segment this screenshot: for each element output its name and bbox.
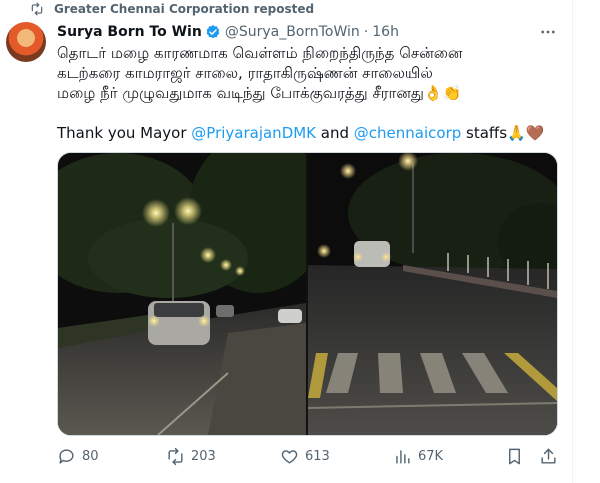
share-button[interactable] xyxy=(539,444,558,468)
bookmark-button[interactable] xyxy=(505,444,524,468)
action-bar: 80 203 613 67K xyxy=(57,444,562,468)
repost-count: 203 xyxy=(191,448,216,464)
repost-button[interactable]: 203 xyxy=(166,444,216,468)
tweet-card[interactable]: Greater Chennai Corporation reposted Sur… xyxy=(0,0,573,483)
thanks-prefix: Thank you Mayor xyxy=(57,124,192,142)
thanks-suffix: staffs🙏🤎 xyxy=(461,124,545,142)
photo-road-left[interactable] xyxy=(58,153,306,435)
reply-count: 80 xyxy=(82,448,99,464)
bookmark-icon xyxy=(509,448,520,464)
heart-icon xyxy=(281,449,298,464)
author-name[interactable]: Surya Born To Win xyxy=(57,24,202,40)
repost-icon xyxy=(31,2,43,16)
views-button[interactable]: 67K xyxy=(393,444,443,468)
tweet-line-1: தொடர் மழை காரணமாக வெள்ளம் நிறைந்திருந்த … xyxy=(57,44,463,62)
repost-label: Greater Chennai Corporation reposted xyxy=(54,2,315,16)
views-chart-icon xyxy=(396,449,410,464)
post-time[interactable]: 16h xyxy=(372,24,399,40)
tweet-thanks-line: Thank you Mayor @PriyarajanDMK and @chen… xyxy=(57,123,562,143)
like-count: 613 xyxy=(305,448,330,464)
more-options-icon[interactable] xyxy=(538,22,558,42)
mention-priyarajan[interactable]: @PriyarajanDMK xyxy=(191,124,316,142)
author-handle[interactable]: @Surya_BornToWin xyxy=(225,24,360,40)
avatar[interactable] xyxy=(6,22,46,62)
media-grid xyxy=(57,152,558,436)
separator-dot: · xyxy=(363,24,369,40)
tweet-header: Surya Born To Win @Surya_BornToWin · 16h xyxy=(57,22,399,42)
view-count: 67K xyxy=(418,448,444,464)
share-icon xyxy=(541,448,556,464)
like-button[interactable]: 613 xyxy=(280,444,330,468)
reply-icon xyxy=(59,448,74,464)
repost-context[interactable]: Greater Chennai Corporation reposted xyxy=(28,0,314,18)
thanks-and: and xyxy=(316,124,354,142)
repost-icon xyxy=(168,447,183,465)
tweet-line-3: மழை நீர் முழுவதுமாக வடிந்து போக்குவரத்து… xyxy=(57,84,462,102)
verified-badge-icon xyxy=(206,25,220,39)
photo-road-right[interactable] xyxy=(308,153,557,435)
mention-chennaicorp[interactable]: @chennaicorp xyxy=(354,124,461,142)
tweet-text: தொடர் மழை காரணமாக வெள்ளம் நிறைந்திருந்த … xyxy=(57,43,562,143)
reply-button[interactable]: 80 xyxy=(57,444,99,468)
tweet-line-2: கடற்கரை காமராஜர் சாலை, ராதாகிருஷ்ணன் சால… xyxy=(57,64,433,82)
